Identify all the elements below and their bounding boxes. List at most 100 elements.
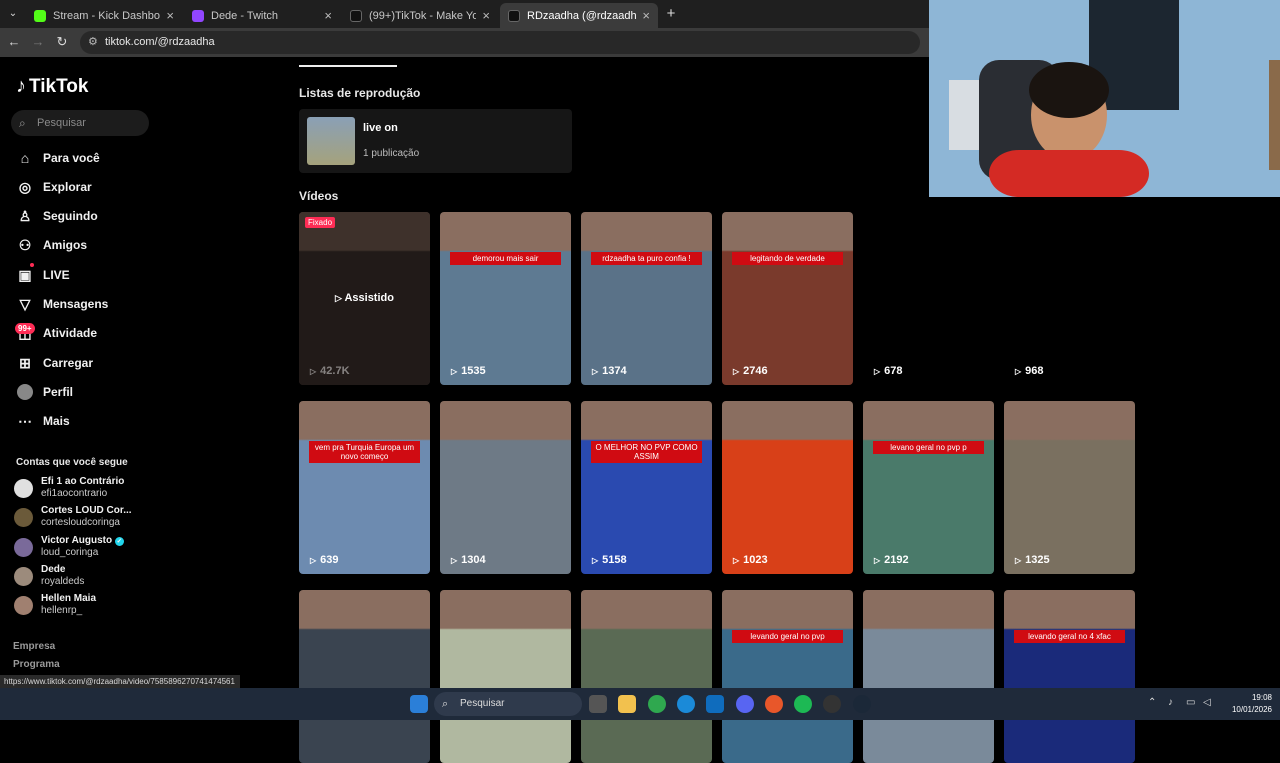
video-thumbnail (581, 212, 712, 385)
avatar (14, 596, 33, 615)
microphone-icon[interactable]: ♪ (1168, 697, 1173, 708)
video-card[interactable]: legitando de verdade ▷ 2746 (722, 212, 853, 385)
video-card[interactable]: ▷ 968 (1004, 212, 1135, 385)
followed-account[interactable]: Victor Augusto ✓ loud_coringa (14, 534, 159, 562)
video-thumbnail (1004, 212, 1135, 385)
account-username: royaldeds (41, 576, 85, 587)
video-card[interactable] (581, 590, 712, 763)
clock-date: 10/01/2026 (1231, 705, 1272, 714)
nav-mais[interactable]: ⋯ Mais (16, 410, 70, 432)
video-caption: levano geral no pvp p (873, 441, 984, 454)
video-thumbnail (299, 401, 430, 574)
nav-para-voce[interactable]: ⌂ Para você (16, 147, 100, 169)
nav-live[interactable]: ▣ LIVE (16, 264, 69, 286)
pinned-badge: Fixado (305, 217, 336, 228)
video-card[interactable]: ▷ 678 (863, 212, 994, 385)
video-card[interactable]: rdzaadha ta puro confia ! ▷ 1374 (581, 212, 712, 385)
obs-icon[interactable] (823, 695, 841, 713)
outlook-icon[interactable] (706, 695, 724, 713)
tab-title: Dede - Twitch (211, 9, 279, 22)
twitch-icon (192, 9, 204, 22)
search-icon: ⌕ (442, 698, 449, 710)
file-explorer-icon[interactable] (618, 695, 636, 713)
video-card[interactable]: levando geral no pvp (722, 590, 853, 763)
view-count: ▷ 1304 (451, 554, 486, 566)
close-icon[interactable]: × (166, 8, 174, 23)
close-icon[interactable]: × (482, 8, 490, 23)
tiktok-logo[interactable]: ♪ TikTok (16, 75, 88, 98)
nav-label: Atividade (43, 326, 98, 340)
tray-chevron-icon[interactable]: ⌃ (1148, 697, 1156, 708)
video-card[interactable]: levano geral no pvp p ▷ 2192 (863, 401, 994, 574)
spotify-icon[interactable] (794, 695, 812, 713)
chrome-icon[interactable] (648, 695, 666, 713)
tab-kick[interactable]: Stream - Kick Dashboard × (26, 3, 182, 28)
video-card[interactable]: demorou mais sair ▷ 1535 (440, 212, 571, 385)
tab-search-icon[interactable]: ⌄ (4, 5, 22, 23)
following-icon: ♙ (18, 207, 32, 224)
view-count: ▷ 1325 (1015, 554, 1050, 566)
view-count-text: 2746 (743, 365, 768, 377)
taskbar-search-input[interactable]: ⌕ Pesquisar (434, 692, 582, 716)
view-count: ▷ 1023 (733, 554, 768, 566)
view-count-text: 42.7K (320, 365, 350, 377)
tab-title: Stream - Kick Dashboard (53, 9, 160, 22)
new-tab-button[interactable]: + (662, 5, 680, 23)
video-card[interactable] (299, 590, 430, 763)
edge-icon[interactable] (677, 695, 695, 713)
play-icon: ▷ (592, 366, 599, 376)
footer-link-programa[interactable]: Programa (13, 659, 60, 670)
discord-icon[interactable] (736, 695, 754, 713)
following-section-title: Contas que você segue (16, 457, 128, 468)
video-card[interactable]: O MELHOR NO PVP COMO ASSIM ▷ 5158 (581, 401, 712, 574)
search-input[interactable]: ⌕ Pesquisar (11, 110, 149, 136)
steam-icon[interactable] (853, 695, 871, 713)
nav-carregar[interactable]: ⊞ Carregar (16, 352, 93, 374)
play-icon: ▷ (451, 555, 458, 565)
forward-icon[interactable]: → (29, 33, 47, 51)
video-card[interactable] (440, 590, 571, 763)
nav-amigos[interactable]: ⚇ Amigos (16, 234, 87, 256)
video-card[interactable]: ▷ 1023 (722, 401, 853, 574)
account-name: Dede (41, 564, 66, 575)
nav-perfil[interactable]: Perfil (16, 381, 73, 403)
playlist-card[interactable]: live on 1 publicação (299, 109, 572, 173)
followed-account[interactable]: Hellen Maia hellenrp_ (14, 592, 159, 620)
reload-icon[interactable]: ↻ (53, 33, 71, 51)
verified-icon: ✓ (114, 537, 124, 546)
clock[interactable]: 19:08 10/01/2026 (1232, 692, 1272, 716)
nav-explorar[interactable]: ◎ Explorar (16, 176, 92, 198)
back-icon[interactable]: ← (5, 33, 23, 51)
video-card[interactable]: vem pra Turquia Europa um novo começo ▷ 63… (299, 401, 430, 574)
task-view-icon[interactable] (589, 695, 607, 713)
tab-tiktok-feed[interactable]: (99+)TikTok - Make Your Day × (342, 3, 498, 28)
video-caption: rdzaadha ta puro confia ! (591, 252, 702, 265)
footer-link-empresa[interactable]: Empresa (13, 641, 55, 652)
play-icon: ▷ (1015, 555, 1022, 565)
followed-account[interactable]: Efi 1 ao Contrário efi1aocontrario (14, 475, 159, 503)
volume-icon[interactable]: ◁ (1203, 697, 1211, 708)
nav-label: Amigos (43, 238, 88, 252)
followed-account[interactable]: Dede royaldeds (14, 563, 159, 591)
url-input[interactable]: ⚙ tiktok.com/@rdzaadha (80, 31, 920, 54)
tab-twitch[interactable]: Dede - Twitch × (184, 3, 340, 28)
video-card[interactable]: ▷ 1325 (1004, 401, 1135, 574)
network-icon[interactable]: ▭ (1186, 697, 1195, 708)
video-card[interactable]: Fixado ▷ Assistido ▷ 42.7K (299, 212, 430, 385)
followed-account[interactable]: Cortes LOUD Cor... cortesloudcoringa (14, 504, 159, 532)
view-count: ▷ 42.7K (310, 365, 350, 377)
video-card[interactable]: ▷ 1304 (440, 401, 571, 574)
site-info-icon[interactable]: ⚙ (88, 31, 98, 54)
tab-tiktok-profile[interactable]: RDzaadha (@rdzaadha) | TikTok × (500, 3, 658, 28)
app-icon[interactable] (765, 695, 783, 713)
video-card[interactable] (863, 590, 994, 763)
video-card[interactable]: levando geral no 4 xfac (1004, 590, 1135, 763)
video-thumbnail (299, 590, 430, 763)
nav-seguindo[interactable]: ♙ Seguindo (16, 205, 98, 227)
close-icon[interactable]: × (642, 8, 650, 23)
close-icon[interactable]: × (324, 8, 332, 23)
windows-start-icon[interactable] (410, 695, 428, 713)
taskbar: ⌕ Pesquisar ⌃ ♪ ▭ ◁ 19:08 10/01/2026 (0, 688, 1280, 720)
avatar (14, 479, 33, 498)
nav-mensagens[interactable]: ▽ Mensagens (16, 293, 109, 315)
